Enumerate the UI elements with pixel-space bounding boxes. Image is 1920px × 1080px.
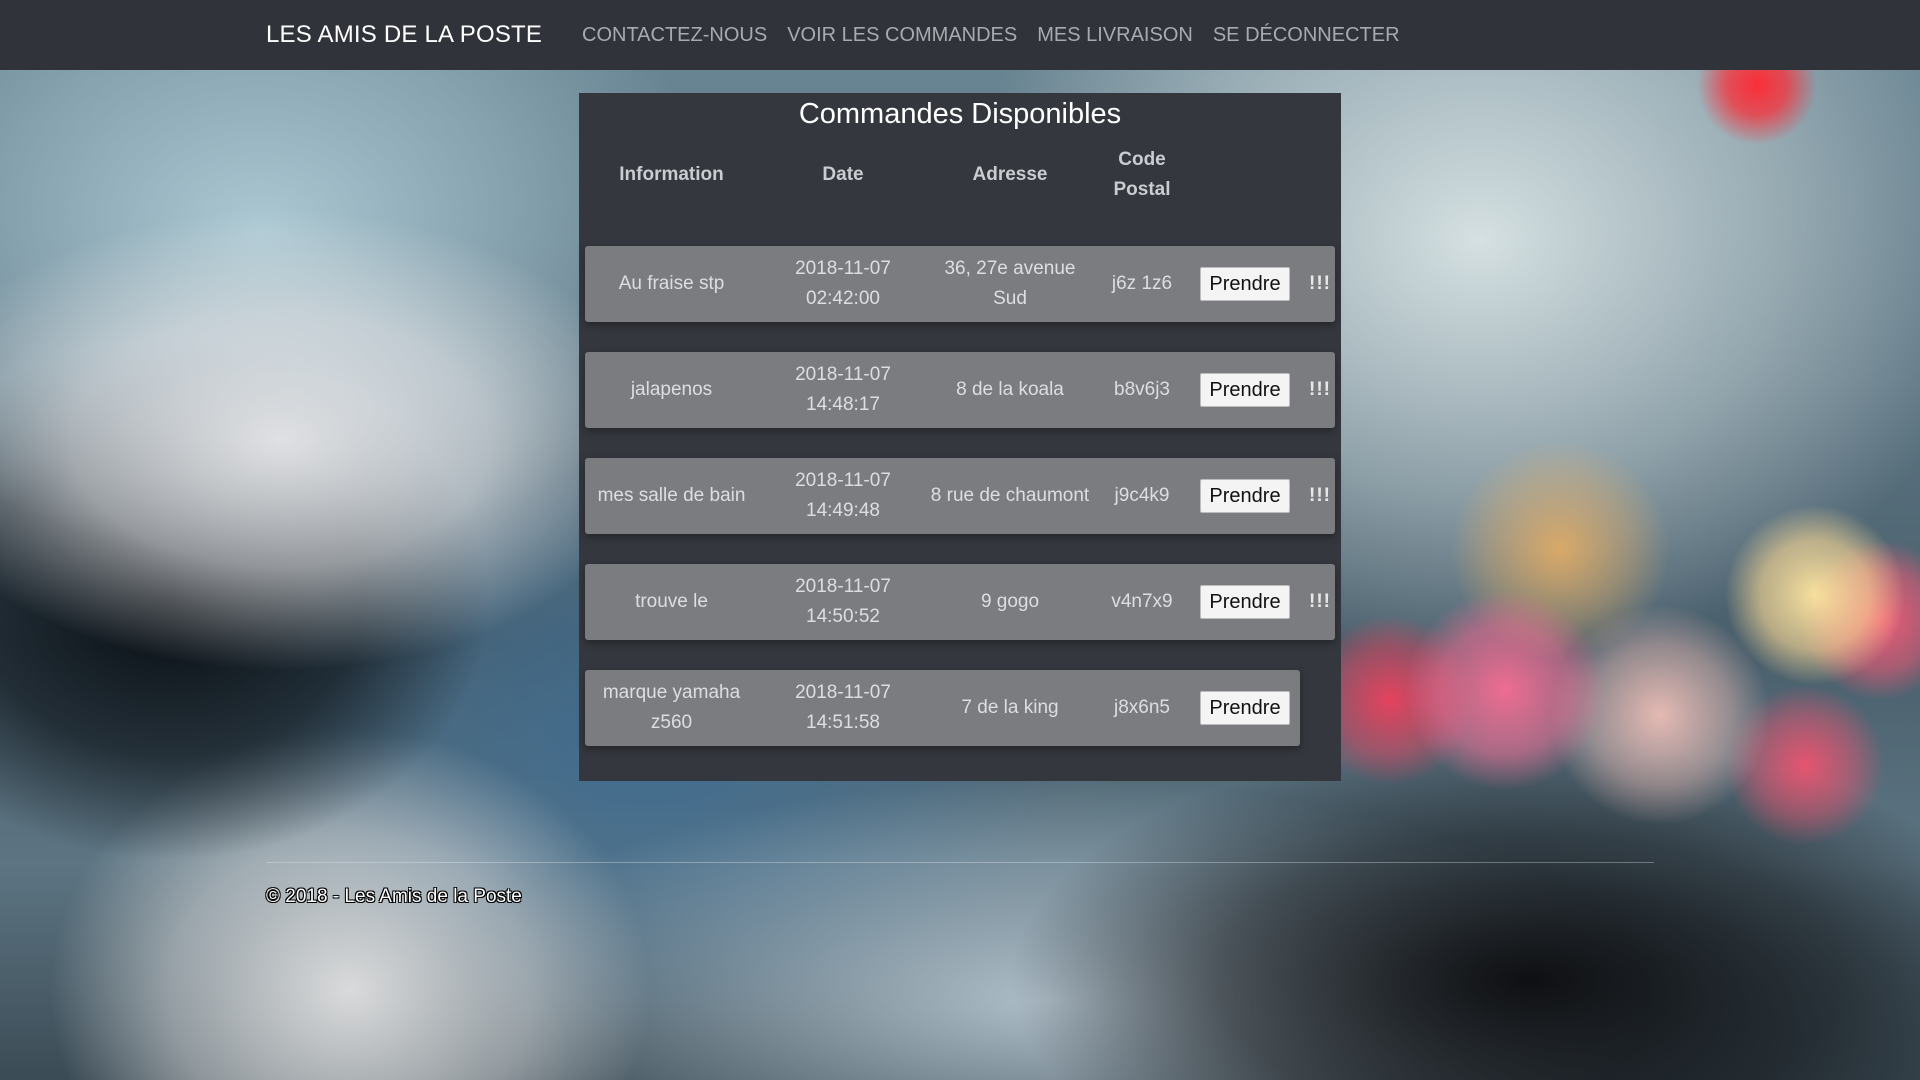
order-address: 9 gogo (980, 591, 1040, 612)
order-postal-code: b8v6j3 (1114, 379, 1170, 400)
order-date: 2018-11-07 14:48:17 (795, 364, 891, 415)
priority-flag: !!! (1309, 379, 1331, 400)
nav-link-contact[interactable]: CONTACTEZ-NOUS (582, 24, 767, 47)
order-row: Au fraise stp 2018-11-07 02:42:00 36, 27e … (585, 246, 1335, 322)
order-information: trouve le (635, 591, 708, 612)
order-address: 8 rue de chaumont (930, 485, 1090, 506)
take-order-button[interactable]: Prendre (1200, 267, 1290, 301)
order-row: marque yamaha z560 2018-11-07 14:51:58 7 d… (585, 670, 1300, 746)
order-date: 2018-11-07 14:51:58 (795, 682, 891, 733)
order-row: jalapenos 2018-11-07 14:48:17 8 de la koal… (585, 352, 1335, 428)
nav-link-deliveries[interactable]: MES LIVRAISON (1037, 24, 1193, 47)
order-postal-code: j9c4k9 (1114, 485, 1170, 506)
page-title: Commandes Disponibles (798, 98, 1122, 130)
priority-flag: !!! (1309, 591, 1331, 612)
order-postal-code: v4n7x9 (1111, 591, 1173, 612)
header-information: Information (619, 164, 724, 185)
order-information: marque yamaha z560 (602, 682, 741, 733)
order-address: 7 de la king (961, 697, 1059, 718)
header-date: Date (822, 164, 864, 185)
order-information: mes salle de bain (597, 485, 746, 506)
brand-link[interactable]: LES AMIS DE LA POSTE (266, 0, 542, 70)
order-row: mes salle de bain 2018-11-07 14:49:48 8 ru… (585, 458, 1335, 534)
priority-flag: !!! (1309, 485, 1331, 506)
nav-links: CONTACTEZ-NOUS VOIR LES COMMANDES MES LI… (582, 0, 1420, 70)
order-date: 2018-11-07 14:49:48 (795, 470, 891, 521)
order-postal-code: j8x6n5 (1114, 697, 1170, 718)
order-address: 8 de la koala (956, 379, 1064, 400)
navbar: LES AMIS DE LA POSTE CONTACTEZ-NOUS VOIR… (0, 0, 1920, 70)
nav-link-logout[interactable]: SE DÉCONNECTER (1213, 24, 1400, 47)
priority-flag: !!! (1309, 273, 1331, 294)
order-date: 2018-11-07 02:42:00 (795, 258, 891, 309)
take-order-button[interactable]: Prendre (1200, 585, 1290, 619)
header-postal-code: Code Postal (1113, 149, 1171, 200)
nav-link-orders[interactable]: VOIR LES COMMANDES (787, 24, 1017, 47)
order-row: trouve le 2018-11-07 14:50:52 9 gogo v4n7x9… (585, 564, 1335, 640)
footer-divider (266, 862, 1654, 863)
take-order-button[interactable]: Prendre (1200, 691, 1290, 725)
header-address: Adresse (972, 164, 1048, 185)
order-information: jalapenos (630, 379, 713, 400)
footer-copyright: © 2018 - Les Amis de la Poste (266, 886, 522, 907)
order-information: Au fraise stp (618, 273, 725, 294)
order-date: 2018-11-07 14:50:52 (795, 576, 891, 627)
order-postal-code: j6z 1z6 (1111, 273, 1173, 294)
take-order-button[interactable]: Prendre (1200, 373, 1290, 407)
order-address: 36, 27e avenue Sud (944, 258, 1076, 309)
take-order-button[interactable]: Prendre (1200, 479, 1290, 513)
